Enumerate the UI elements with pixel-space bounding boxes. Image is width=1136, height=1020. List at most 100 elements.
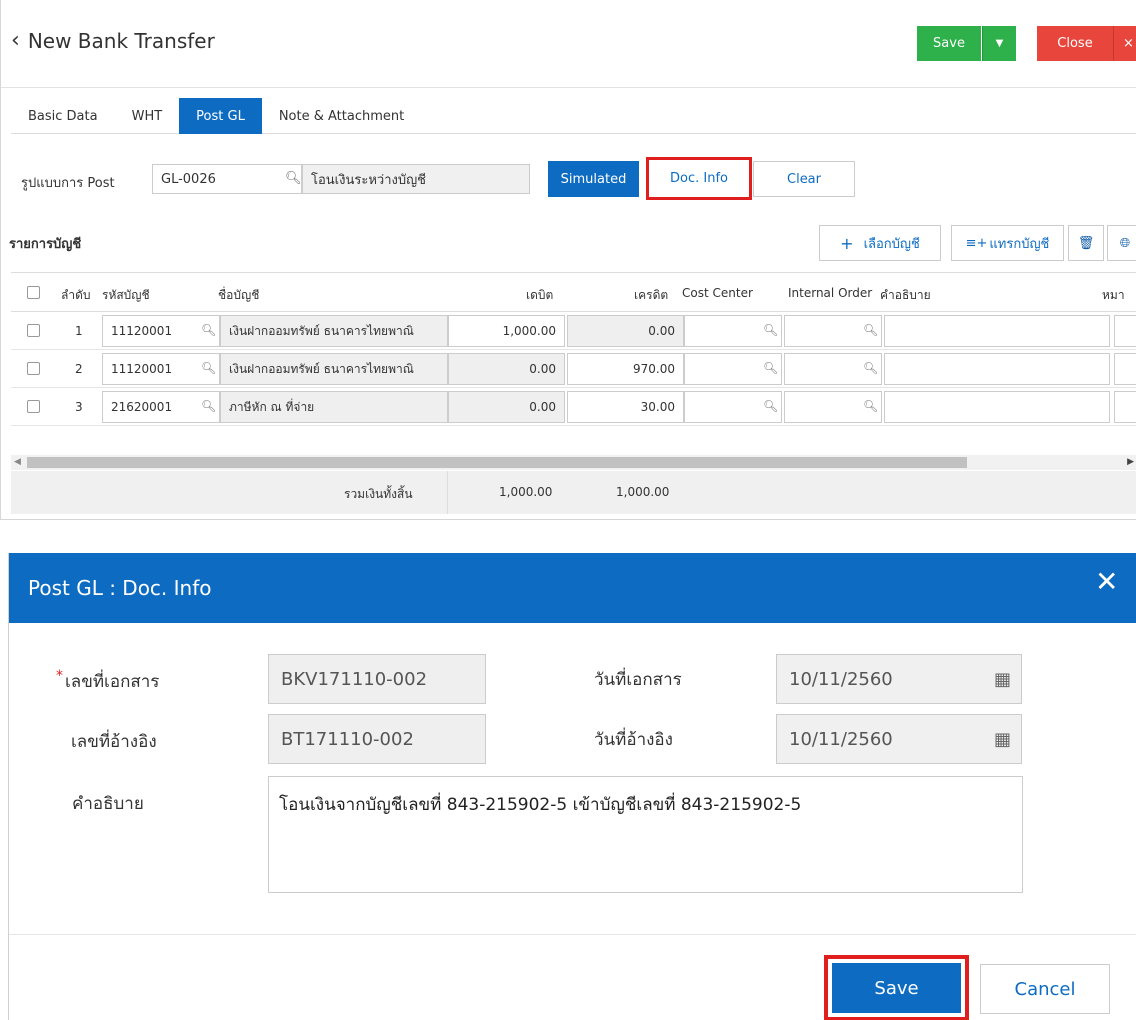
- totals-row: รวมเงินทั้งสิ้น 1,000.00 1,000.00: [11, 471, 1136, 514]
- description-textarea[interactable]: โอนเงินจากบัญชีเลขที่ 843-215902-5 เข้าบ…: [268, 776, 1023, 893]
- calendar-icon[interactable]: ▦: [994, 729, 1011, 750]
- col-code: รหัสบัญชี: [102, 288, 150, 302]
- tab-basic-data[interactable]: Basic Data: [11, 98, 115, 134]
- simulated-button[interactable]: Simulated: [548, 161, 639, 197]
- select-all-checkbox[interactable]: [27, 286, 40, 299]
- col-note: หมา: [1102, 288, 1125, 302]
- account-code: 11120001: [111, 324, 173, 338]
- description-input[interactable]: [884, 391, 1110, 423]
- tab-note-attachment[interactable]: Note & Attachment: [262, 98, 421, 134]
- description-input[interactable]: [884, 353, 1110, 385]
- doc-date-input[interactable]: 10/11/2560 ▦: [776, 654, 1022, 704]
- account-name: ภาษีหัก ณ ที่จ่าย: [229, 399, 315, 414]
- doc-date-label: วันที่เอกสาร: [594, 670, 682, 690]
- col-debit: เดบิต: [526, 288, 554, 302]
- debit-value: 0.00: [529, 400, 556, 414]
- description-text: โอนเงินจากบัญชีเลขที่ 843-215902-5 เข้าบ…: [279, 795, 802, 815]
- row-checkbox[interactable]: [27, 400, 40, 413]
- grid-header: ลำดับ รหัสบัญชี ชื่อบัญชี เดบิต เครดิต C…: [11, 272, 1136, 312]
- tab-post-gl[interactable]: Post GL: [179, 98, 262, 134]
- clear-button[interactable]: Clear: [753, 161, 855, 197]
- search-icon[interactable]: 🔍︎: [763, 361, 778, 375]
- page-title: ‹ New Bank Transfer: [11, 29, 215, 53]
- credit-value: 30.00: [640, 400, 675, 414]
- search-icon[interactable]: 🔍︎: [863, 361, 878, 375]
- back-chevron-icon[interactable]: ‹: [11, 30, 20, 52]
- ref-date: 10/11/2560: [789, 728, 893, 750]
- total-debit: 1,000.00: [499, 485, 553, 499]
- globe-button[interactable]: 🌐︎: [1107, 225, 1136, 261]
- ref-date-input[interactable]: 10/11/2560 ▦: [776, 714, 1022, 764]
- credit-input[interactable]: 0.00: [567, 315, 684, 347]
- dialog-divider: [9, 934, 1136, 935]
- close-button[interactable]: Close: [1037, 26, 1113, 61]
- account-name: เงินฝากออมทรัพย์ ธนาคารไทยพาณิ: [229, 323, 414, 338]
- post-format-code-input[interactable]: GL-0026: [152, 164, 302, 194]
- scroll-right-icon[interactable]: ▶: [1127, 455, 1134, 470]
- close-icon[interactable]: ✕: [1095, 568, 1118, 596]
- page-title-text: New Bank Transfer: [27, 29, 215, 53]
- doc-info-dialog: Post GL : Doc. Info ✕ * เลขที่เอกสาร BKV1…: [8, 553, 1136, 1020]
- search-icon[interactable]: 🔍︎: [863, 323, 878, 337]
- tab-wht[interactable]: WHT: [115, 98, 180, 134]
- post-format-code: GL-0026: [161, 171, 216, 187]
- save-button[interactable]: Save: [917, 26, 981, 61]
- doc-no-field: BKV171110-002: [268, 654, 486, 704]
- scrollbar-thumb[interactable]: [27, 457, 967, 468]
- search-icon[interactable]: 🔍︎: [201, 399, 216, 413]
- row-checkbox[interactable]: [27, 362, 40, 375]
- credit-value: 0.00: [648, 324, 675, 338]
- horizontal-scrollbar[interactable]: ◀ ▶: [11, 455, 1136, 470]
- credit-input[interactable]: 970.00: [567, 353, 684, 385]
- col-seq: ลำดับ: [61, 288, 91, 302]
- description-input[interactable]: [884, 315, 1110, 347]
- col-internal-order: Internal Order: [788, 286, 873, 300]
- col-credit: เครดิต: [634, 288, 669, 302]
- doc-no-label-text: เลขที่เอกสาร: [65, 672, 160, 692]
- note-input[interactable]: [1114, 353, 1136, 385]
- select-account-button[interactable]: + เลือกบัญชี: [819, 225, 941, 261]
- doc-info-button[interactable]: Doc. Info: [646, 157, 752, 200]
- row-checkbox[interactable]: [27, 324, 40, 337]
- table-row: 1 11120001 🔍︎ เงินฝากออมทรัพย์ ธนาคารไทย…: [11, 312, 1136, 350]
- note-input[interactable]: [1114, 315, 1136, 347]
- close-x-button[interactable]: ×: [1113, 26, 1136, 61]
- ref-date-label: วันที่อ้างอิง: [594, 730, 673, 750]
- insert-account-button[interactable]: ≡+ แทรกบัญชี: [951, 225, 1064, 261]
- note-input[interactable]: [1114, 391, 1136, 423]
- dialog-title: Post GL : Doc. Info: [28, 576, 212, 600]
- trash-icon: 🗑︎: [1077, 235, 1095, 251]
- doc-no: BKV171110-002: [281, 668, 428, 690]
- row-seq: 1: [75, 324, 83, 338]
- ref-no-field: BT171110-002: [268, 714, 486, 764]
- select-account-label: เลือกบัญชี: [863, 236, 920, 252]
- col-cost-center: Cost Center: [682, 286, 753, 300]
- credit-input[interactable]: 30.00: [567, 391, 684, 423]
- post-format-name-field: โอนเงินระหว่างบัญชี: [302, 164, 530, 194]
- delete-button[interactable]: 🗑︎: [1068, 225, 1104, 261]
- search-icon[interactable]: 🔍︎: [763, 323, 778, 337]
- table-row: 2 11120001 🔍︎ เงินฝากออมทรัพย์ ธนาคารไทย…: [11, 350, 1136, 388]
- scroll-left-icon[interactable]: ◀: [14, 455, 21, 470]
- search-icon[interactable]: 🔍︎: [863, 399, 878, 413]
- calendar-icon[interactable]: ▦: [994, 669, 1011, 690]
- debit-input[interactable]: 1,000.00: [448, 315, 565, 347]
- search-icon[interactable]: 🔍︎: [763, 399, 778, 413]
- debit-input[interactable]: 0.00: [448, 353, 565, 385]
- search-icon[interactable]: 🔍︎: [201, 361, 216, 375]
- col-description: คำอธิบาย: [880, 288, 931, 302]
- debit-input[interactable]: 0.00: [448, 391, 565, 423]
- ref-no: BT171110-002: [281, 728, 414, 750]
- header-divider: [1, 87, 1136, 88]
- search-icon[interactable]: 🔍︎: [201, 323, 216, 337]
- description-label: คำอธิบาย: [72, 794, 144, 814]
- account-name-field: ภาษีหัก ณ ที่จ่าย: [220, 391, 448, 423]
- account-name: เงินฝากออมทรัพย์ ธนาคารไทยพาณิ: [229, 361, 414, 376]
- search-icon[interactable]: 🔍︎: [285, 171, 302, 186]
- save-dropdown-button[interactable]: ▼: [982, 26, 1016, 61]
- row-seq: 2: [75, 362, 83, 376]
- account-name-field: เงินฝากออมทรัพย์ ธนาคารไทยพาณิ: [220, 353, 448, 385]
- required-asterisk: *: [56, 668, 63, 684]
- dialog-cancel-button[interactable]: Cancel: [980, 964, 1110, 1014]
- dialog-save-button[interactable]: Save: [824, 955, 969, 1020]
